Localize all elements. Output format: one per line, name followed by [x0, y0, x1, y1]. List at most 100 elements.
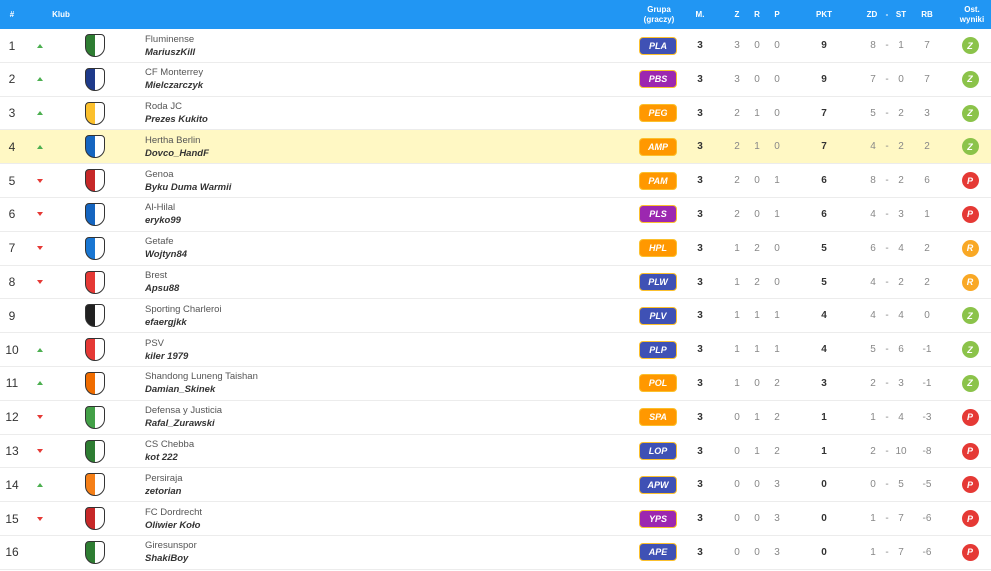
header-losses[interactable]: P	[770, 0, 784, 29]
result-badge[interactable]: P	[961, 172, 979, 190]
group-cell[interactable]: AMP	[638, 130, 678, 163]
team-cell[interactable]: Genoa Byku Duma Warmii	[145, 164, 325, 197]
manager-name[interactable]: ShakiBoy	[145, 552, 188, 565]
table-row[interactable]: 12 Defensa y Justicia Rafal_Zurawski SPA 3 0 1…	[0, 401, 991, 435]
club-logo[interactable]	[80, 198, 110, 231]
table-row[interactable]: 6 Al-Hilal eryko99 PLS 3 2 0 1 6 4-3 1 P	[0, 198, 991, 232]
group-cell[interactable]: YPS	[638, 502, 678, 535]
group-badge[interactable]: LOP	[639, 442, 677, 461]
table-row[interactable]: 13 CS Chebba kot 222 LOP 3 0 1 2 1 2-10 -8 P	[0, 435, 991, 469]
result-badge[interactable]: Z	[961, 307, 979, 325]
club-logo[interactable]	[80, 401, 110, 434]
club-logo[interactable]	[80, 468, 110, 501]
manager-name[interactable]: zetorian	[145, 485, 181, 498]
team-name[interactable]: Brest	[145, 269, 167, 282]
result-badge[interactable]: R	[961, 273, 979, 291]
manager-name[interactable]: efaergjkk	[145, 316, 187, 329]
club-logo[interactable]	[80, 130, 110, 163]
team-cell[interactable]: Giresunspor ShakiBoy	[145, 536, 325, 569]
group-cell[interactable]: PBS	[638, 63, 678, 96]
group-cell[interactable]: PLA	[638, 29, 678, 62]
group-cell[interactable]: APE	[638, 536, 678, 569]
result-badge[interactable]: R	[961, 239, 979, 257]
header-wins[interactable]: Z	[730, 0, 744, 29]
club-logo[interactable]	[80, 435, 110, 468]
header-goals-for[interactable]: ZD	[862, 0, 882, 29]
header-draws[interactable]: R	[750, 0, 764, 29]
team-cell[interactable]: Shandong Luneng Taishan Damian_Skinek	[145, 367, 325, 400]
result-badge[interactable]: Z	[961, 138, 979, 156]
team-cell[interactable]: Roda JC Prezes Kukito	[145, 97, 325, 130]
club-logo[interactable]	[80, 536, 110, 569]
club-logo[interactable]	[80, 502, 110, 535]
team-cell[interactable]: Sporting Charleroi efaergjkk	[145, 299, 325, 332]
team-name[interactable]: Persiraja	[145, 472, 183, 485]
team-cell[interactable]: Brest Apsu88	[145, 266, 325, 299]
team-name[interactable]: Fluminense	[145, 33, 194, 46]
team-cell[interactable]: Hertha Berlin Dovco_HandF	[145, 130, 325, 163]
header-goals-against[interactable]: ST	[892, 0, 910, 29]
team-name[interactable]: Shandong Luneng Taishan	[145, 370, 258, 383]
group-cell[interactable]: PAM	[638, 164, 678, 197]
group-badge[interactable]: APW	[639, 475, 677, 494]
team-cell[interactable]: Defensa y Justicia Rafal_Zurawski	[145, 401, 325, 434]
team-name[interactable]: Hertha Berlin	[145, 134, 200, 147]
result-badge[interactable]: Z	[961, 341, 979, 359]
team-name[interactable]: Giresunspor	[145, 539, 197, 552]
team-name[interactable]: Al-Hilal	[145, 201, 175, 214]
team-cell[interactable]: Fluminense MariuszKill	[145, 29, 325, 62]
manager-name[interactable]: Oliwier Koło	[145, 519, 200, 532]
manager-name[interactable]: Wojtyn84	[145, 248, 187, 261]
result-badge[interactable]: P	[961, 476, 979, 494]
table-row[interactable]: 15 FC Dordrecht Oliwier Koło YPS 3 0 0 3 0 1-7 -6 P	[0, 502, 991, 536]
group-badge[interactable]: PBS	[639, 70, 677, 89]
result-badge[interactable]: P	[961, 510, 979, 528]
group-cell[interactable]: PEG	[638, 97, 678, 130]
team-name[interactable]: FC Dordrecht	[145, 506, 202, 519]
header-group[interactable]: Grupa (graczy)	[638, 0, 680, 29]
team-cell[interactable]: CF Monterrey Mielczarczyk	[145, 63, 325, 96]
header-points[interactable]: PKT	[812, 0, 836, 29]
header-goal-difference[interactable]: RB	[916, 0, 938, 29]
result-badge[interactable]: P	[961, 408, 979, 426]
club-logo[interactable]	[80, 97, 110, 130]
manager-name[interactable]: Byku Duma Warmii	[145, 181, 231, 194]
group-cell[interactable]: LOP	[638, 435, 678, 468]
table-row[interactable]: 8 Brest Apsu88 PLW 3 1 2 0 5 4-2 2 R	[0, 266, 991, 300]
result-badge[interactable]: P	[961, 543, 979, 561]
team-cell[interactable]: Persiraja zetorian	[145, 468, 325, 501]
club-logo[interactable]	[80, 333, 110, 366]
group-cell[interactable]: HPL	[638, 232, 678, 265]
club-logo[interactable]	[80, 29, 110, 62]
club-logo[interactable]	[80, 367, 110, 400]
table-row[interactable]: 3 Roda JC Prezes Kukito PEG 3 2 1 0 7 5-2 3 Z	[0, 97, 991, 131]
group-badge[interactable]: PLA	[639, 36, 677, 55]
manager-name[interactable]: kiler 1979	[145, 350, 188, 363]
group-badge[interactable]: YPS	[639, 509, 677, 528]
team-name[interactable]: CS Chebba	[145, 438, 194, 451]
result-badge[interactable]: Z	[961, 37, 979, 54]
table-row[interactable]: 2 CF Monterrey Mielczarczyk PBS 3 3 0 0 9 7-0 7 Z	[0, 63, 991, 97]
result-badge[interactable]: P	[961, 205, 979, 223]
group-badge[interactable]: PLW	[639, 273, 677, 292]
group-badge[interactable]: HPL	[639, 239, 677, 258]
group-badge[interactable]: SPA	[639, 408, 677, 427]
group-badge[interactable]: PLV	[639, 306, 677, 325]
club-logo[interactable]	[80, 164, 110, 197]
group-badge[interactable]: PLS	[639, 205, 677, 224]
team-name[interactable]: Getafe	[145, 235, 174, 248]
manager-name[interactable]: kot 222	[145, 451, 178, 464]
manager-name[interactable]: MariuszKill	[145, 46, 195, 59]
result-badge[interactable]: P	[961, 442, 979, 460]
team-cell[interactable]: CS Chebba kot 222	[145, 435, 325, 468]
team-name[interactable]: CF Monterrey	[145, 66, 203, 79]
table-row[interactable]: 16 Giresunspor ShakiBoy APE 3 0 0 3 0 1-7 -6 P	[0, 536, 991, 570]
group-cell[interactable]: PLW	[638, 266, 678, 299]
table-row[interactable]: 14 Persiraja zetorian APW 3 0 0 3 0 0-5 -5 P	[0, 468, 991, 503]
table-row[interactable]: 5 Genoa Byku Duma Warmii PAM 3 2 0 1 6 8-2 6 P	[0, 164, 991, 198]
group-cell[interactable]: PLS	[638, 198, 678, 231]
team-cell[interactable]: PSV kiler 1979	[145, 333, 325, 366]
club-logo[interactable]	[80, 299, 110, 332]
group-cell[interactable]: POL	[638, 367, 678, 400]
group-cell[interactable]: SPA	[638, 401, 678, 434]
